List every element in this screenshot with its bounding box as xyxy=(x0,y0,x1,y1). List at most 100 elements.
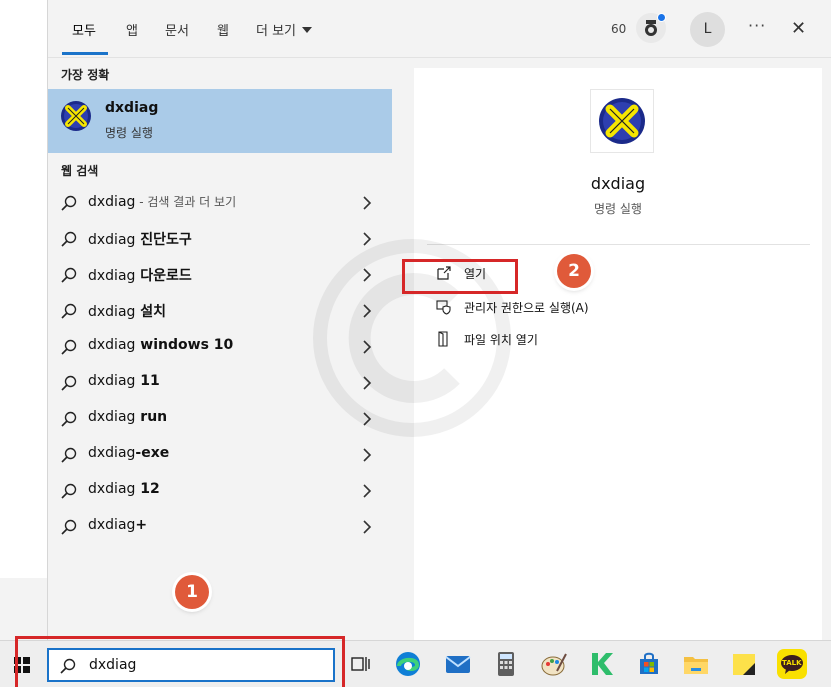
web-result-item[interactable]: dxdiag 진단도구 xyxy=(48,221,392,257)
web-result-query: dxdiag xyxy=(88,373,136,389)
best-match-title: dxdiag xyxy=(105,100,159,116)
store-icon[interactable] xyxy=(634,649,664,679)
best-match-heading: 가장 정확 xyxy=(61,68,110,82)
notification-dot xyxy=(657,13,666,22)
search-icon xyxy=(61,267,77,283)
web-result-item[interactable]: dxdiag 12 xyxy=(48,473,392,509)
shield-icon xyxy=(436,300,451,315)
search-icon xyxy=(61,195,77,211)
open-file-location-label: 파일 위치 열기 xyxy=(464,333,538,347)
web-search-heading: 웹 검색 xyxy=(61,164,99,178)
search-flyout: 모두 앱 문서 웹 더 보기 60 L ··· ✕ 가장 정확 dxdiag 명… xyxy=(47,0,831,640)
web-result-query: dxdiag xyxy=(88,409,136,425)
search-icon xyxy=(61,231,77,247)
web-result-suffix: 다운로드 xyxy=(135,268,192,284)
open-file-location-action[interactable]: 파일 위치 열기 xyxy=(436,328,736,352)
chevron-right-icon xyxy=(363,412,372,426)
results-list: 가장 정확 dxdiag 명령 실행 웹 검색 dxdiag - 검색 결과 더… xyxy=(48,58,404,640)
web-result-item[interactable]: dxdiag 설치 xyxy=(48,293,392,329)
web-result-suffix: 11 xyxy=(135,373,160,389)
step-badge-2: 2 xyxy=(557,254,591,288)
best-match-subtitle: 명령 실행 xyxy=(105,126,153,140)
web-result-suffix: 12 xyxy=(135,481,160,497)
avatar[interactable]: L xyxy=(690,12,725,47)
tab-apps[interactable]: 앱 xyxy=(126,20,138,39)
web-result-item[interactable]: dxdiag+ xyxy=(48,509,392,545)
web-result-query: dxdiag xyxy=(88,445,136,461)
web-result-query: dxdiag xyxy=(88,337,136,353)
active-tab-indicator xyxy=(62,52,108,55)
search-icon xyxy=(61,303,77,319)
search-icon xyxy=(61,411,77,427)
tab-more[interactable]: 더 보기 xyxy=(256,20,313,39)
chevron-right-icon xyxy=(363,268,372,282)
chevron-right-icon xyxy=(363,304,372,318)
edge-icon[interactable] xyxy=(393,649,423,679)
app-detail-card: dxdiag 명령 실행 열기 관리자 권한으로 실행(A) 파일 위치 열기 xyxy=(414,68,822,640)
detail-pane: dxdiag 명령 실행 열기 관리자 권한으로 실행(A) 파일 위치 열기 xyxy=(404,58,831,640)
search-icon xyxy=(61,519,77,535)
search-icon xyxy=(61,375,77,391)
desktop-background-lower xyxy=(0,578,47,640)
chevron-right-icon xyxy=(363,484,372,498)
web-result-item[interactable]: dxdiag-exe xyxy=(48,437,392,473)
tab-documents[interactable]: 문서 xyxy=(165,20,189,39)
mail-icon[interactable] xyxy=(443,649,473,679)
web-result-query: dxdiag xyxy=(88,481,136,497)
web-result-suffix: + xyxy=(135,517,148,533)
app-k-icon[interactable] xyxy=(587,649,617,679)
tab-more-label: 더 보기 xyxy=(256,24,297,39)
web-result-suffix: 설치 xyxy=(135,304,167,320)
web-result-query: dxdiag xyxy=(88,517,136,533)
app-tile xyxy=(590,89,654,153)
best-match-item[interactable]: dxdiag 명령 실행 xyxy=(48,89,392,153)
directx-icon xyxy=(599,98,645,144)
web-result-item[interactable]: dxdiag windows 10 xyxy=(48,329,392,365)
web-result-query: dxdiag xyxy=(88,232,136,248)
web-result-query: dxdiag xyxy=(88,304,136,320)
web-result-suffix: run xyxy=(135,409,168,425)
chevron-right-icon xyxy=(363,520,372,534)
tab-all[interactable]: 모두 xyxy=(72,20,96,39)
run-as-admin-action[interactable]: 관리자 권한으로 실행(A) xyxy=(436,296,736,320)
app-type: 명령 실행 xyxy=(594,202,642,216)
kakaotalk-icon[interactable]: TALK xyxy=(777,649,807,679)
web-result-query: dxdiag xyxy=(88,194,136,210)
task-view-icon[interactable] xyxy=(345,649,375,679)
web-result-suffix: -exe xyxy=(135,445,170,461)
sticky-notes-icon[interactable] xyxy=(729,649,759,679)
web-result-item[interactable]: dxdiag run xyxy=(48,401,392,437)
rewards-points: 60 xyxy=(611,22,627,36)
chevron-right-icon xyxy=(363,376,372,390)
search-header: 모두 앱 문서 웹 더 보기 60 L ··· ✕ xyxy=(48,0,831,58)
web-result-suffix: 진단도구 xyxy=(135,232,192,248)
calculator-icon[interactable] xyxy=(491,649,521,679)
tab-web[interactable]: 웹 xyxy=(217,20,229,39)
web-result-item[interactable]: dxdiag 11 xyxy=(48,365,392,401)
chevron-right-icon xyxy=(363,448,372,462)
search-icon xyxy=(61,447,77,463)
folder-location-icon xyxy=(438,331,448,347)
run-as-admin-label: 관리자 권한으로 실행(A) xyxy=(464,301,589,315)
web-result-suffix: - 검색 결과 더 보기 xyxy=(135,195,237,209)
search-icon xyxy=(61,339,77,355)
close-icon[interactable]: ✕ xyxy=(791,18,806,39)
web-result-suffix: windows 10 xyxy=(135,337,234,353)
chevron-right-icon xyxy=(363,196,372,210)
web-result-item[interactable]: dxdiag - 검색 결과 더 보기 xyxy=(48,185,392,221)
file-explorer-icon[interactable] xyxy=(681,649,711,679)
chevron-right-icon xyxy=(363,232,372,246)
paint-icon[interactable] xyxy=(539,649,569,679)
divider xyxy=(427,244,810,245)
web-result-query: dxdiag xyxy=(88,268,136,284)
app-name: dxdiag xyxy=(590,174,646,193)
annotation-highlight-open xyxy=(402,259,518,294)
directx-icon xyxy=(61,101,91,131)
more-options-icon[interactable]: ··· xyxy=(748,16,766,35)
chevron-down-icon xyxy=(302,27,313,33)
annotation-highlight-search xyxy=(15,636,345,687)
desktop-background xyxy=(0,0,47,640)
step-badge-1: 1 xyxy=(175,575,209,609)
web-result-item[interactable]: dxdiag 다운로드 xyxy=(48,257,392,293)
search-icon xyxy=(61,483,77,499)
